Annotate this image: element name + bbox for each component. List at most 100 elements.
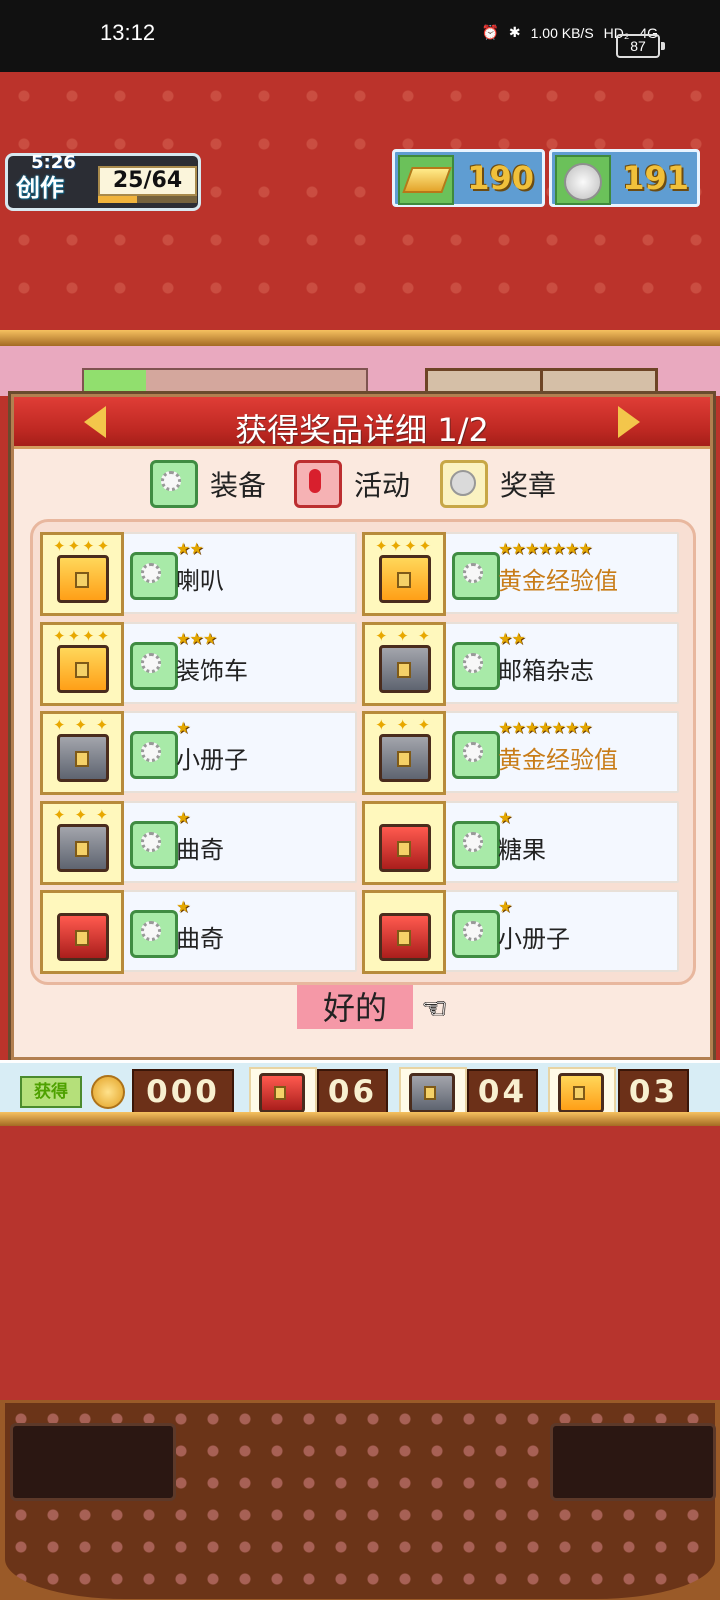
reward-item[interactable]: ✦ ✦ ✦ ★★ 邮箱杂志 [362,622,679,706]
coin-value: 191 [622,159,689,197]
gold-chest-summary [548,1067,616,1117]
reward-name: 邮箱杂志 [498,657,594,685]
reward-stars: ★ [176,718,190,737]
reward-item[interactable]: ✦✦✦✦ ★★★ 装饰车 [40,622,357,706]
sparkles-icon: ✦ ✦ ✦ [375,716,433,734]
reward-name: 小册子 [176,746,248,774]
reward-name: 小册子 [498,925,570,953]
gear-icon [452,552,500,600]
background-progress-bar [82,368,368,396]
red-chest-icon [379,824,431,872]
reward-chest [362,890,446,974]
reward-name: 喇叭 [176,567,224,595]
coin-icon [555,155,611,205]
reward-details-dialog: 获得奖品详细 1/2 装备 活动 奖章 ✦✦✦✦ ★★ 喇叭 ✦✦✦✦ ★★★★… [11,394,713,1060]
reward-chest: ✦ ✦ ✦ [362,622,446,706]
reward-item[interactable]: ★ 小册子 [362,890,679,974]
legend-event: 活动 [294,460,411,508]
reward-name: 黄金经验值 [498,567,618,595]
reward-chest: ✦ ✦ ✦ [40,801,124,885]
bottom-right-slot[interactable] [550,1423,716,1501]
gold-chest-icon [379,555,431,603]
reward-item[interactable]: ✦✦✦✦ ★★ 喇叭 [40,532,357,616]
reward-chest: ✦ ✦ ✦ [40,711,124,795]
summary-label: 获得 [20,1076,82,1108]
dialog-title: 获得奖品详细 1/2 [235,411,489,449]
sparkles-icon: ✦✦✦✦ [375,537,434,555]
silver-chest-icon [379,645,431,693]
reward-item[interactable]: ✦ ✦ ✦ ★ 小册子 [40,711,357,795]
reward-item[interactable]: ✦✦✦✦ ★★★★★★★ 黄金经验值 [362,532,679,616]
dialog-header: 获得奖品详细 1/2 [14,397,710,449]
reward-chest: ✦✦✦✦ [362,532,446,616]
reward-stars: ★★ [176,539,204,558]
exclamation-icon [294,460,342,508]
craft-label: 创作 [16,174,64,202]
gold-chest-icon [57,555,109,603]
sparkles-icon: ✦ ✦ ✦ [53,806,111,824]
gold-currency[interactable]: 190 [392,149,545,207]
background-game-screen [0,346,720,408]
legend-event-label: 活动 [354,469,411,502]
status-time: 13:12 [100,20,156,45]
sparkles-icon: ✦✦✦✦ [53,627,112,645]
reward-chest: ✦✦✦✦ [40,532,124,616]
ok-button[interactable]: 好的 [297,985,413,1029]
legend-equipment: 装备 [150,460,267,508]
craft-count: 25/64 [98,166,197,196]
bottom-panel-inner [5,1403,716,1599]
reward-stars: ★ [176,897,190,916]
bluetooth-icon: ✱ [508,24,521,40]
red-chest-summary [249,1067,317,1117]
craft-status[interactable]: 5:26 创作 25/64 [5,152,201,211]
medal-icon [440,460,488,508]
reward-chest: ✦ ✦ ✦ [362,711,446,795]
reward-chest: ✦✦✦✦ [40,622,124,706]
silver-chest-icon [409,1073,455,1113]
reward-item[interactable]: ★ 糖果 [362,801,679,885]
network-speed: 1.00 KB/S [530,24,594,41]
bottom-left-slot[interactable] [10,1423,176,1501]
bottom-gold-rail [0,1112,720,1126]
silver-chest-icon [57,824,109,872]
red-chest-icon [259,1073,305,1113]
gear-icon [452,731,500,779]
gold-chest-count: 03 [618,1069,689,1115]
gear-icon [130,552,178,600]
reward-stars: ★★ [498,629,526,648]
reward-stars: ★★★★★★★ [498,539,592,558]
reward-item[interactable]: ✦ ✦ ✦ ★★★★★★★ 黄金经验值 [362,711,679,795]
reward-stars: ★ [498,897,512,916]
red-chest-count: 06 [317,1069,388,1115]
reward-name: 曲奇 [176,836,224,864]
lower-game-background [0,1126,720,1400]
reward-name: 黄金经验值 [498,746,618,774]
reward-type-legend: 装备 活动 奖章 [14,460,710,511]
reward-name: 曲奇 [176,925,224,953]
gold-bar-icon [398,155,454,205]
coin-currency[interactable]: 191 [549,149,700,207]
top-hud: 5:26 创作 25/64 190 191 [0,145,720,211]
reward-stars: ★ [498,808,512,827]
legend-equipment-label: 装备 [210,469,267,502]
reward-item[interactable]: ★ 曲奇 [40,890,357,974]
legend-medal-label: 奖章 [500,469,557,502]
status-bar: 13:12 ⏰ ✱ 1.00 KB/S HD₂ 4G 87 [0,0,720,72]
reward-stars: ★★★ [176,629,217,648]
gear-icon [452,642,500,690]
reward-name: 装饰车 [176,657,248,685]
reward-name: 糖果 [498,836,546,864]
top-gold-rail [0,330,720,346]
next-page-arrow-icon[interactable] [618,406,642,438]
silver-chest-summary [399,1067,467,1117]
reward-chest [362,801,446,885]
red-chest-icon [57,913,109,961]
craft-progress-bar [98,196,197,203]
gear-icon [130,821,178,869]
gold-chest-icon [558,1073,604,1113]
sparkles-icon: ✦ ✦ ✦ [375,627,433,645]
legend-medal: 奖章 [440,460,557,508]
gear-icon [130,910,178,958]
reward-item[interactable]: ✦ ✦ ✦ ★ 曲奇 [40,801,357,885]
silver-chest-icon [379,734,431,782]
